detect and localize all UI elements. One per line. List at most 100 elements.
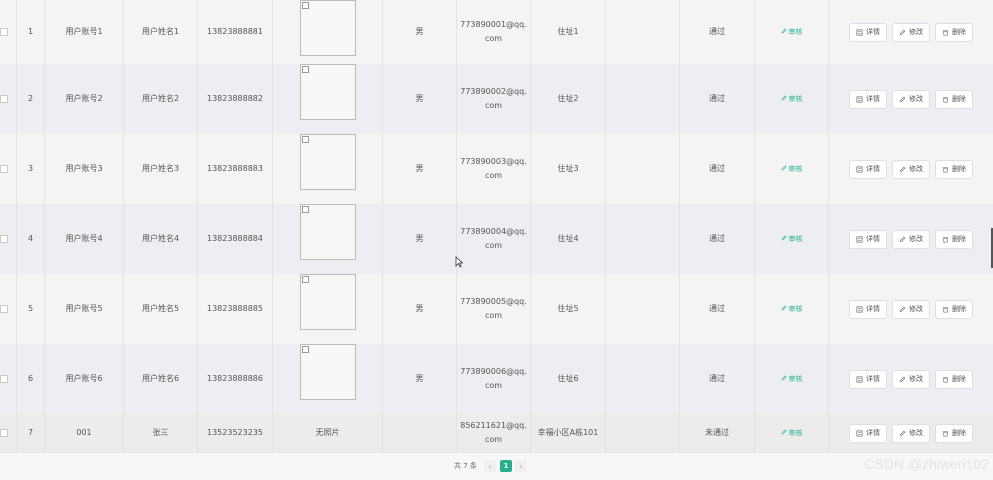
edit-button[interactable]: 修改 xyxy=(892,229,930,249)
gender-cell: 男 xyxy=(383,64,457,134)
edit-button[interactable]: 修改 xyxy=(892,423,930,443)
pagination-current-page[interactable]: 1 xyxy=(500,460,512,472)
photo-cell xyxy=(273,64,383,134)
table-row: 4 用户账号4 用户姓名4 13823888884 男 773890004@qq. com 住… xyxy=(0,204,993,275)
audit-cell: 审核 xyxy=(755,64,829,134)
audit-link[interactable]: 审核 xyxy=(781,372,803,386)
actions-cell: 详情 修改 删除 xyxy=(829,274,993,344)
status-cell: 通过 xyxy=(680,0,755,64)
audit-link[interactable]: 审核 xyxy=(781,92,803,106)
phone-cell: 13823888886 xyxy=(198,344,273,414)
broken-image-icon xyxy=(301,136,309,143)
detail-label: 详情 xyxy=(866,28,880,36)
edit-button[interactable]: 修改 xyxy=(892,369,930,389)
delete-label: 删除 xyxy=(952,165,966,173)
actions-cell: 详情 修改 删除 xyxy=(829,204,993,274)
edit-button[interactable]: 修改 xyxy=(892,89,930,109)
audit-label: 审核 xyxy=(788,235,803,243)
edit-icon xyxy=(899,166,906,173)
photo-cell xyxy=(273,344,383,414)
delete-button[interactable]: 删除 xyxy=(935,89,973,109)
audit-link[interactable]: 审核 xyxy=(781,232,803,246)
row-checkbox[interactable] xyxy=(0,429,8,437)
audit-cell: 审核 xyxy=(755,134,829,204)
trash-icon xyxy=(942,166,949,173)
audit-cell: 审核 xyxy=(755,414,829,452)
edit-button[interactable]: 修改 xyxy=(892,159,930,179)
audit-cell: 审核 xyxy=(755,274,829,344)
index-cell: 5 xyxy=(17,274,45,344)
gender-cell: 男 xyxy=(383,204,457,274)
trash-icon xyxy=(942,236,949,243)
row-checkbox[interactable] xyxy=(0,235,8,243)
delete-label: 删除 xyxy=(952,375,966,383)
gender-cell xyxy=(383,414,457,452)
watermark: CSDN @zhiwen102 xyxy=(864,456,989,472)
edit-label: 修改 xyxy=(909,165,923,173)
email-line-1: 773890004@qq. xyxy=(460,227,527,236)
index-cell: 1 xyxy=(17,0,45,64)
pagination-prev-button[interactable]: ‹ xyxy=(484,460,496,472)
email-line-2: com xyxy=(484,34,503,43)
row-checkbox[interactable] xyxy=(0,28,8,36)
detail-button[interactable]: 详情 xyxy=(849,423,887,443)
delete-label: 删除 xyxy=(952,95,966,103)
document-icon xyxy=(856,96,863,103)
delete-label: 删除 xyxy=(952,235,966,243)
address-cell: 住址5 xyxy=(531,274,606,344)
row-checkbox-cell xyxy=(0,414,17,452)
row-checkbox[interactable] xyxy=(0,95,8,103)
delete-button[interactable]: 删除 xyxy=(935,22,973,42)
phone-cell: 13823888883 xyxy=(198,134,273,204)
status-cell: 通过 xyxy=(680,204,755,274)
user-photo xyxy=(299,134,356,190)
empty-cell xyxy=(606,274,680,344)
email-line-2: com xyxy=(484,381,503,390)
detail-button[interactable]: 详情 xyxy=(849,159,887,179)
detail-button[interactable]: 详情 xyxy=(849,22,887,42)
name-cell: 用户姓名1 xyxy=(124,0,198,64)
delete-button[interactable]: 删除 xyxy=(935,369,973,389)
audit-label: 审核 xyxy=(788,95,803,103)
audit-link[interactable]: 审核 xyxy=(781,25,803,39)
edit-button[interactable]: 修改 xyxy=(892,22,930,42)
row-checkbox[interactable] xyxy=(0,375,8,383)
edit-icon xyxy=(899,96,906,103)
delete-button[interactable]: 删除 xyxy=(935,423,973,443)
audit-label: 审核 xyxy=(788,375,803,383)
row-checkbox-cell xyxy=(0,0,17,64)
actions-cell: 详情 修改 删除 xyxy=(829,64,993,134)
status-cell: 通过 xyxy=(680,274,755,344)
user-photo xyxy=(299,64,356,120)
delete-button[interactable]: 删除 xyxy=(935,159,973,179)
email-line-2: com xyxy=(484,435,503,444)
row-checkbox[interactable] xyxy=(0,305,8,313)
broken-image-icon xyxy=(301,206,309,213)
email-cell: 856211621@qq. com xyxy=(457,414,531,452)
trash-icon xyxy=(942,376,949,383)
audit-label: 审核 xyxy=(788,28,803,36)
table-row: 7 001 张三 13523523235 无照片 856211621@qq. com 幸福小区… xyxy=(0,414,993,453)
row-checkbox[interactable] xyxy=(0,165,8,173)
status-cell: 通过 xyxy=(680,64,755,134)
audit-link[interactable]: 审核 xyxy=(781,162,803,176)
gender-cell: 男 xyxy=(383,0,457,64)
email-line-2: com xyxy=(484,171,503,180)
audit-link[interactable]: 审核 xyxy=(781,302,803,316)
audit-cell: 审核 xyxy=(755,344,829,414)
row-checkbox-cell xyxy=(0,204,17,274)
delete-button[interactable]: 删除 xyxy=(935,299,973,319)
audit-link[interactable]: 审核 xyxy=(781,426,803,440)
detail-button[interactable]: 详情 xyxy=(849,89,887,109)
address-cell: 住址4 xyxy=(531,204,606,274)
edit-button[interactable]: 修改 xyxy=(892,299,930,319)
detail-button[interactable]: 详情 xyxy=(849,369,887,389)
detail-button[interactable]: 详情 xyxy=(849,229,887,249)
detail-button[interactable]: 详情 xyxy=(849,299,887,319)
edit-label: 修改 xyxy=(909,95,923,103)
trash-icon xyxy=(942,306,949,313)
gender-cell: 男 xyxy=(383,274,457,344)
pagination-next-button[interactable]: › xyxy=(515,460,527,472)
name-cell: 用户姓名2 xyxy=(124,64,198,134)
delete-button[interactable]: 删除 xyxy=(935,229,973,249)
